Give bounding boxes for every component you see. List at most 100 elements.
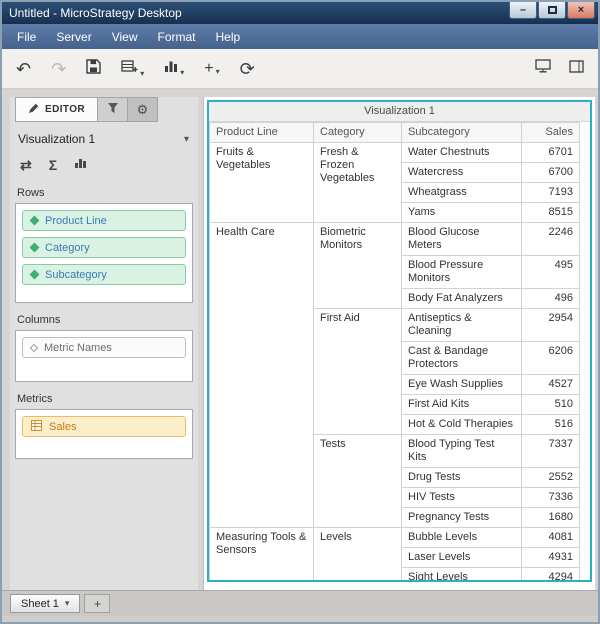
menu-help[interactable]: Help — [206, 27, 251, 47]
visualization-area: Visualization 1 Product Line Category Subc… — [203, 97, 595, 590]
sheet-tab[interactable]: Sheet 1 ▾ — [10, 594, 81, 613]
category-cell[interactable]: Levels — [313, 527, 402, 580]
columns-drop-zone[interactable]: Metric Names — [15, 330, 193, 382]
presentation-button[interactable] — [535, 59, 551, 78]
subcategory-cell[interactable]: Blood Typing Test Kits — [401, 434, 522, 468]
maximize-button[interactable] — [538, 2, 566, 19]
chevron-down-icon: ▾ — [183, 133, 189, 145]
rows-drop-zone[interactable]: Product Line Category Subcategory — [15, 203, 193, 303]
subcategory-cell[interactable]: Bubble Levels — [401, 527, 522, 548]
subcategory-cell[interactable]: Sight Levels — [401, 567, 522, 580]
sales-cell[interactable]: 6701 — [521, 142, 580, 163]
subcategory-cell[interactable]: Wheatgrass — [401, 182, 522, 203]
add-data-button[interactable]: ▾ — [121, 59, 144, 79]
subcategory-cell[interactable]: Hot & Cold Therapies — [401, 414, 522, 435]
subcategory-cell[interactable]: Blood Pressure Monitors — [401, 255, 522, 289]
subcategory-cell[interactable]: Pregnancy Tests — [401, 507, 522, 528]
sales-cell[interactable]: 4294 — [521, 567, 580, 580]
visualization-container[interactable]: Visualization 1 Product Line Category Subc… — [207, 100, 592, 582]
subcategory-cell[interactable]: Laser Levels — [401, 547, 522, 568]
sales-cell[interactable]: 7336 — [521, 487, 580, 508]
tab-editor[interactable]: EDITOR — [15, 97, 98, 122]
sales-cell[interactable]: 8515 — [521, 202, 580, 223]
minimize-button[interactable]: – — [509, 2, 537, 19]
subcategory-cell[interactable]: Eye Wash Supplies — [401, 374, 522, 395]
sales-cell[interactable]: 4527 — [521, 374, 580, 395]
visualization-selector-value: Visualization 1 — [18, 132, 96, 146]
filter-icon — [107, 102, 119, 117]
visualization-title[interactable]: Visualization 1 — [209, 102, 590, 122]
pill-product-line[interactable]: Product Line — [22, 210, 186, 231]
sales-cell[interactable]: 516 — [521, 414, 580, 435]
chart-type-icon[interactable] — [74, 156, 87, 174]
add-sheet-icon: + — [93, 596, 101, 611]
grid-column-header[interactable]: Product Line — [209, 122, 314, 143]
sales-cell[interactable]: 496 — [521, 288, 580, 309]
add-data-icon — [121, 59, 138, 79]
sales-cell[interactable]: 2552 — [521, 467, 580, 488]
product-line-cell[interactable]: Fruits & Vegetables — [209, 142, 314, 223]
sales-cell[interactable]: 1680 — [521, 507, 580, 528]
insert-visualization-button[interactable]: ▾ — [164, 59, 184, 78]
sales-cell[interactable]: 510 — [521, 394, 580, 415]
window-title: Untitled - MicroStrategy Desktop — [9, 6, 182, 20]
pill-subcategory[interactable]: Subcategory — [22, 264, 186, 285]
category-cell[interactable]: Fresh & Frozen Vegetables — [313, 142, 402, 223]
sales-cell[interactable]: 7193 — [521, 182, 580, 203]
grid-column-header[interactable]: Subcategory — [401, 122, 522, 143]
menu-server[interactable]: Server — [46, 27, 101, 47]
menu-format[interactable]: Format — [147, 27, 205, 47]
category-cell[interactable]: Biometric Monitors — [313, 222, 402, 309]
product-line-cell[interactable]: Measuring Tools & Sensors — [209, 527, 314, 580]
subcategory-cell[interactable]: HIV Tests — [401, 487, 522, 508]
sales-cell[interactable]: 495 — [521, 255, 580, 289]
panels-icon — [569, 60, 584, 78]
redo-button[interactable]: ↷ — [51, 60, 66, 78]
grid-column-header[interactable]: Category — [313, 122, 402, 143]
pill-metric-names[interactable]: Metric Names — [22, 337, 186, 358]
tab-filter[interactable] — [98, 97, 128, 122]
add-sheet-button[interactable]: + — [84, 594, 111, 613]
subcategory-cell[interactable]: Drug Tests — [401, 467, 522, 488]
window-controls: – × — [508, 2, 598, 19]
title-bar[interactable]: Untitled - MicroStrategy Desktop – × — [2, 2, 598, 24]
grid-column-header[interactable]: Sales — [521, 122, 580, 143]
subcategory-cell[interactable]: First Aid Kits — [401, 394, 522, 415]
tab-properties[interactable]: ⚙ — [128, 97, 158, 122]
insert-button[interactable]: + ▾ — [204, 60, 219, 77]
product-line-cell[interactable]: Health Care — [209, 222, 314, 528]
category-cell[interactable]: Tests — [313, 434, 402, 528]
attribute-diamond-icon — [29, 215, 40, 226]
sales-cell[interactable]: 4081 — [521, 527, 580, 548]
save-button[interactable] — [86, 58, 101, 79]
window-frame — [2, 616, 598, 622]
subcategory-cell[interactable]: Cast & Bandage Protectors — [401, 341, 522, 375]
subcategory-cell[interactable]: Watercress — [401, 162, 522, 183]
attribute-diamond-icon — [29, 269, 40, 280]
sales-cell[interactable]: 2954 — [521, 308, 580, 342]
category-cell[interactable]: First Aid — [313, 308, 402, 435]
panels-button[interactable] — [569, 59, 584, 78]
totals-icon[interactable]: Σ — [49, 157, 57, 173]
sales-cell[interactable]: 6700 — [521, 162, 580, 183]
sales-cell[interactable]: 7337 — [521, 434, 580, 468]
metrics-drop-zone[interactable]: Sales — [15, 409, 193, 459]
pill-sales[interactable]: Sales — [22, 416, 186, 437]
pivot-icon[interactable]: ⇄ — [20, 157, 32, 174]
visualization-selector[interactable]: Visualization 1 ▾ — [15, 122, 193, 150]
subcategory-cell[interactable]: Body Fat Analyzers — [401, 288, 522, 309]
sales-cell[interactable]: 6206 — [521, 341, 580, 375]
subcategory-cell[interactable]: Yams — [401, 202, 522, 223]
subcategory-cell[interactable]: Blood Glucose Meters — [401, 222, 522, 256]
refresh-button[interactable]: ⟳ — [240, 60, 255, 78]
subcategory-cell[interactable]: Water Chestnuts — [401, 142, 522, 163]
menu-file[interactable]: File — [7, 27, 46, 47]
sales-cell[interactable]: 2246 — [521, 222, 580, 256]
sales-cell[interactable]: 4931 — [521, 547, 580, 568]
subcategory-cell[interactable]: Antiseptics & Cleaning — [401, 308, 522, 342]
metric-names-diamond-icon — [29, 343, 39, 352]
close-button[interactable]: × — [567, 2, 595, 19]
pill-category[interactable]: Category — [22, 237, 186, 258]
menu-view[interactable]: View — [102, 27, 148, 47]
undo-button[interactable]: ↶ — [16, 60, 31, 78]
